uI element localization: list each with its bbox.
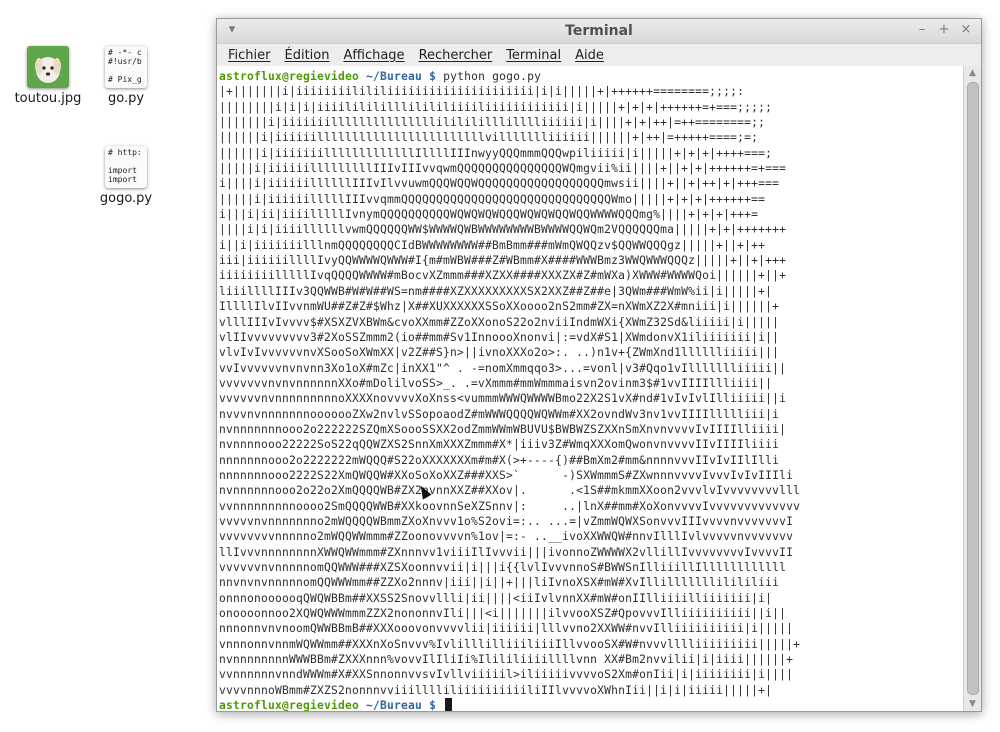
python-file-icon: # http: import import [105,146,147,188]
text-cursor [445,698,453,711]
minimize-icon[interactable]: – [915,23,929,37]
scrollbar-thumb[interactable] [967,82,979,695]
python-file-icon: # -*- c #!usr/b # Pix_g [105,46,147,88]
desktop-icon-label: go.py [107,91,145,106]
menu-edition[interactable]: Édition [285,48,330,63]
desktop-icon-gogo-py[interactable]: # http: import import gogo.py [86,146,166,206]
menu-aide[interactable]: Aide [575,48,604,63]
prompt-path: ~/Bureau [366,70,423,83]
terminal-output: astroflux@regievideo ~/Bureau $ python g… [217,66,964,711]
terminal-window[interactable]: ▾ Terminal – + × Fichier Édition Afficha… [216,18,982,712]
dog-image-thumbnail [27,46,69,88]
command-text: python gogo.py [443,70,542,83]
prompt-path: ~/Bureau [366,699,423,711]
close-icon[interactable]: × [959,23,973,37]
desktop-icon-label: toutou.jpg [14,91,82,106]
desktop-icon-label: gogo.py [99,191,153,206]
prompt-user: astroflux@regievideo [219,70,360,83]
scroll-down-icon[interactable]: ▼ [964,697,981,711]
maximize-icon[interactable]: + [937,23,951,37]
terminal-screen[interactable]: astroflux@regievideo ~/Bureau $ python g… [217,66,964,711]
window-title: Terminal [565,23,633,39]
menu-rechercher[interactable]: Rechercher [419,48,493,63]
menu-affichage[interactable]: Affichage [343,48,404,63]
ascii-art-output: |+|||||||i|iiiiiiiilililiiiiiiiiiiiiiiii… [219,85,801,697]
menu-bar: Fichier Édition Affichage Rechercher Ter… [217,44,981,67]
scroll-up-icon[interactable]: ▲ [964,66,981,80]
window-titlebar[interactable]: ▾ Terminal – + × [217,19,981,44]
menu-fichier[interactable]: Fichier [228,48,271,63]
desktop-icon-toutou[interactable]: toutou.jpg [8,46,88,106]
prompt-symbol: $ [429,699,437,711]
vertical-scrollbar[interactable]: ▲ ▼ [963,66,981,711]
menu-terminal[interactable]: Terminal [506,48,561,63]
prompt-symbol: $ [429,70,437,83]
desktop-icon-go-py[interactable]: # -*- c #!usr/b # Pix_g go.py [86,46,166,106]
prompt-user: astroflux@regievideo [219,699,360,711]
